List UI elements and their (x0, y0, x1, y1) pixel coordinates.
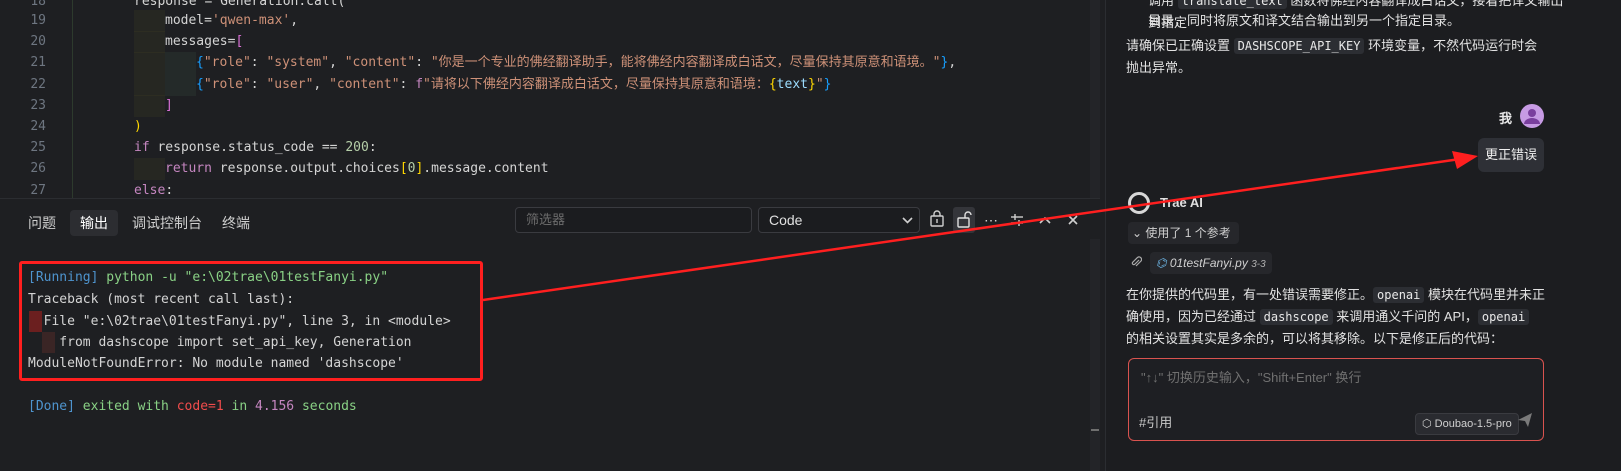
panel-layout-icon[interactable] (1006, 207, 1028, 233)
close-icon[interactable] (1062, 207, 1084, 233)
code-line: 20 messages=[ (0, 31, 1100, 53)
error-highlight-box (19, 261, 483, 381)
file-reference-chip[interactable]: ⌬ 01testFanyi.py 3-3 (1150, 252, 1272, 274)
indent-highlight (134, 95, 165, 117)
chat-input-placeholder: "↑↓" 切换历史输入，"Shift+Enter" 换行 (1141, 370, 1362, 385)
ai-answer-line2: 确使用，因为已经通过 dashscope 来调用通义千问的 API， openai (1126, 306, 1546, 328)
user-message-bubble: 更正错误 (1478, 138, 1544, 172)
scrollbar-marker (1091, 429, 1099, 431)
chat-text-prev2: 目录，同时将原文和译文结合输出到另一个指定目录。 (1148, 13, 1461, 28)
code-text: {"role": "system", "content": "你是一个专业的佛经… (196, 55, 957, 70)
indent-highlight (134, 74, 165, 96)
tab-output[interactable]: 输出 (70, 210, 118, 236)
trae-ai-avatar (1128, 192, 1150, 214)
code-line: 22 {"role": "user", "content": f"请将以下佛经内容… (0, 74, 1100, 96)
indent-highlight (134, 158, 165, 180)
chat-text-env: 请确保已正确设置 DASHSCOPE_API_KEY 环境变量，不然代码运行时会 (1126, 38, 1538, 54)
chat-text-env2: 抛出异常。 (1126, 60, 1192, 75)
chat-input-box[interactable]: "↑↓" 切换历史输入，"Shift+Enter" 换行 #引用 ⬡ Douba… (1128, 358, 1544, 441)
code-text: if response.status_code == 200: (134, 140, 377, 155)
code-line: 27 else: (0, 180, 1100, 200)
indent-highlight (134, 31, 165, 53)
tab-debug-console[interactable]: 调试控制台 (122, 210, 212, 236)
code-line: 23] (0, 95, 1100, 117)
chevron-down-icon (902, 208, 913, 241)
send-icon[interactable] (1517, 412, 1533, 432)
output-scrollbar[interactable] (1090, 239, 1100, 471)
output-panel: 问题 输出 调试控制台 终端 筛选器 Code ⋯ [Running] pyth… (0, 199, 1100, 471)
line-number: 23 (30, 98, 46, 113)
user-name: 我 (1499, 111, 1513, 126)
code-text: ] (165, 98, 173, 113)
output-done-line: [Done] exited with code=1 in 4.156 secon… (28, 399, 357, 414)
user-avatar (1520, 104, 1544, 128)
line-number: 25 (30, 140, 46, 155)
code-text: messages=[ (165, 34, 244, 49)
unlock-icon[interactable] (953, 207, 975, 233)
ai-chat-panel: 调用 translate_text 函数将佛经内容翻译成白话文，接着把译文输出到… (1105, 0, 1621, 471)
filter-input[interactable]: 筛选器 (515, 207, 752, 233)
chevron-up-icon[interactable] (1034, 207, 1056, 233)
line-number: 19 (30, 13, 46, 28)
references-toggle[interactable]: ⌄ 使用了 1 个参考 (1128, 222, 1239, 244)
indent-highlight (134, 52, 165, 74)
output-channel-value: Code (769, 212, 803, 228)
ai-answer-line1: 在你提供的代码里，有一处错误需要修正。 openai 模块在代码里并未正 (1126, 287, 1545, 303)
code-text: {"role": "user", "content": f"请将以下佛经内容翻译… (196, 77, 832, 92)
code-editor[interactable]: 18 response = Generation.call(19 model='qw… (0, 0, 1100, 200)
ai-name: Trae AI (1160, 195, 1203, 210)
code-text: ) (134, 119, 142, 134)
paperclip-icon (1130, 255, 1143, 272)
code-line: 24) (0, 116, 1100, 138)
line-number: 26 (30, 161, 46, 176)
tab-problems[interactable]: 问题 (18, 210, 66, 236)
indent-highlight (134, 10, 165, 32)
python-file-icon: ⌬ (1156, 256, 1170, 270)
code-text: model='qwen-max', (165, 13, 299, 28)
line-number: 22 (30, 77, 46, 92)
code-line: 21 {"role": "system", "content": "你是一个专业的… (0, 52, 1100, 74)
line-number: 20 (30, 34, 46, 49)
code-line: 26 return response.output.choices[0].mess… (0, 158, 1100, 180)
lock-scroll-icon[interactable] (926, 207, 948, 233)
code-line: 25 if response.status_code == 200: (0, 137, 1100, 159)
indent-highlight (165, 52, 196, 74)
tab-terminal[interactable]: 终端 (212, 210, 260, 236)
chevron-down-icon: ⌄ (1132, 226, 1146, 240)
line-number: 27 (30, 183, 46, 198)
code-line: 19 model='qwen-max', (0, 10, 1100, 32)
line-number: 24 (30, 119, 46, 134)
quote-button[interactable]: #引用 (1139, 412, 1172, 431)
indent-highlight (165, 74, 196, 96)
model-icon: ⬡ (1422, 418, 1435, 430)
ai-answer-line3: 的相关设置其实是多余的，可以将其移除。以下是修正后的代码： (1126, 331, 1504, 346)
output-channel-select[interactable]: Code (758, 207, 920, 233)
model-selector[interactable]: ⬡ Doubao-1.5-pro (1415, 413, 1519, 435)
more-icon[interactable]: ⋯ (980, 207, 1002, 233)
editor-scrollbar[interactable] (1090, 0, 1100, 200)
code-text: else: (134, 183, 174, 198)
line-number: 21 (30, 55, 46, 70)
code-text: return response.output.choices[0].messag… (165, 161, 549, 176)
